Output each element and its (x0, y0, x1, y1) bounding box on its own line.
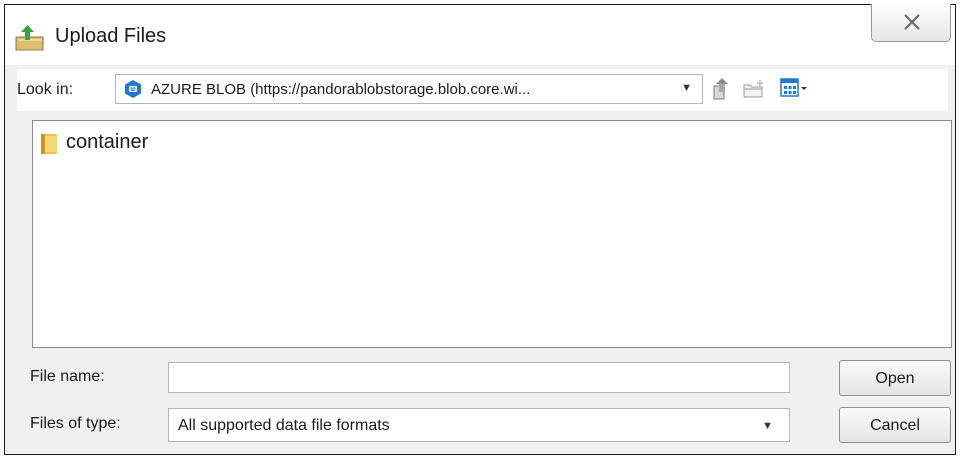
file-name-label: container (66, 131, 149, 153)
close-button[interactable] (871, 4, 951, 42)
files-of-type-value: All supported data file formats (178, 417, 390, 434)
up-one-level-icon[interactable] (711, 78, 731, 105)
file-name-input[interactable] (168, 362, 790, 393)
files-of-type-select[interactable]: All supported data file formats ▼ (168, 408, 790, 442)
look-in-combobox[interactable]: AZURE BLOB (https://pandorablobstorage.b… (115, 74, 703, 104)
chevron-down-icon: ▼ (762, 420, 773, 432)
view-menu-icon[interactable] (780, 78, 810, 103)
look-in-label: Look in: (17, 81, 74, 98)
file-name-label: File name: (30, 368, 105, 385)
close-icon (904, 14, 920, 30)
cancel-button[interactable]: Cancel (839, 407, 951, 443)
files-of-type-label: Files of type: (30, 415, 121, 432)
look-in-row: Look in: AZURE BLOB (https://pandorablob… (17, 69, 948, 111)
look-in-value: AZURE BLOB (https://pandorablobstorage.b… (151, 81, 531, 98)
azure-blob-icon (123, 79, 143, 99)
file-list[interactable]: container (32, 120, 952, 348)
upload-icon (15, 25, 45, 51)
folder-icon (41, 134, 57, 154)
upload-files-dialog: Upload Files Look in: AZURE BLOB (https:… (4, 4, 956, 455)
chevron-down-icon: ▼ (681, 82, 692, 94)
title-bar: Upload Files (5, 4, 955, 65)
create-new-folder-icon[interactable] (743, 79, 765, 104)
dialog-title: Upload Files (55, 25, 167, 47)
open-button[interactable]: Open (839, 360, 951, 396)
